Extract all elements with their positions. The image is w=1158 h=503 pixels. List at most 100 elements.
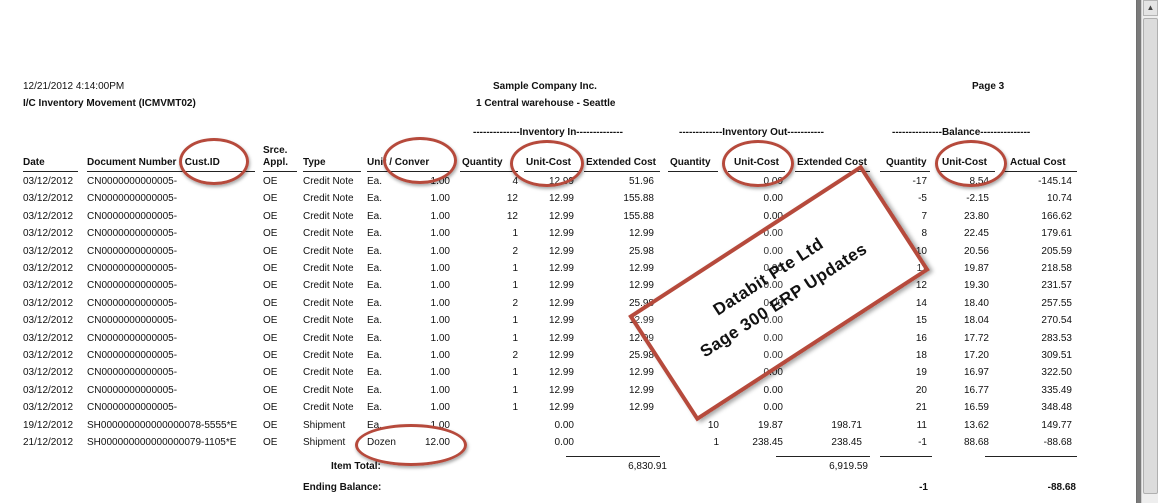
cell-date: 21/12/2012	[23, 437, 74, 448]
cell-conv: 1.00	[430, 367, 450, 378]
group-balance: ---------------Balance---------------	[892, 127, 1031, 138]
scroll-up-arrow-icon[interactable]: ▲	[1143, 0, 1158, 16]
header-underline	[584, 171, 660, 172]
cell-in-uc: 12.99	[548, 263, 574, 274]
cell-in-ext: 12.99	[628, 367, 654, 378]
cell-out-uc: 238.45	[752, 437, 783, 448]
cell-in-qty: 1	[512, 385, 518, 396]
cell-type: Credit Note	[303, 246, 354, 257]
cell-bal-cost: 348.48	[1041, 402, 1072, 413]
scrollbar-thumb[interactable]	[1143, 18, 1158, 494]
group-inventory-out: -------------Inventory Out-----------	[679, 127, 824, 138]
location-name: 1 Central warehouse - Seattle	[476, 98, 616, 109]
cell-appl: OE	[263, 385, 278, 396]
company-name: Sample Company Inc.	[493, 81, 597, 92]
cell-conv: 1.00	[430, 385, 450, 396]
header-underline	[880, 171, 930, 172]
cell-conv: 1.00	[430, 280, 450, 291]
cell-bal-cost: 149.77	[1041, 420, 1072, 431]
cell-in-ext: 25.98	[628, 350, 654, 361]
highlight-conver	[383, 137, 457, 184]
cell-bal-qty: 21	[915, 402, 927, 413]
cell-doc: CN0000000000005-	[87, 333, 178, 344]
cell-bal-qty: -1	[918, 437, 927, 448]
header-underline	[1003, 171, 1077, 172]
cell-appl: OE	[263, 333, 278, 344]
cell-bal-uc: 13.62	[963, 420, 989, 431]
cell-bal-qty: -17	[912, 176, 927, 187]
cell-bal-cost: 231.57	[1041, 280, 1072, 291]
cell-doc: CN0000000000005-	[87, 315, 178, 326]
cell-date: 03/12/2012	[23, 246, 74, 257]
report-page: 12/21/2012 4:14:00PM I/C Inventory Movem…	[0, 0, 1137, 503]
cell-in-qty: 2	[512, 246, 518, 257]
report-datetime: 12/21/2012 4:14:00PM	[23, 81, 125, 92]
cell-in-uc: 12.99	[548, 315, 574, 326]
cell-type: Credit Note	[303, 333, 354, 344]
cell-doc: CN0000000000005-	[87, 280, 178, 291]
cell-doc: CN0000000000005-	[87, 193, 178, 204]
cell-bal-cost: 205.59	[1041, 246, 1072, 257]
cell-date: 03/12/2012	[23, 385, 74, 396]
cell-in-qty: 1	[512, 315, 518, 326]
cell-date: 03/12/2012	[23, 367, 74, 378]
cell-bal-cost: 218.58	[1041, 263, 1072, 274]
cell-in-ext: 12.99	[628, 263, 654, 274]
watermark-line2: Sage 300 ERP Updates	[696, 239, 871, 362]
cell-doc: CN0000000000005-	[87, 350, 178, 361]
cell-bal-qty: 11	[916, 420, 927, 431]
cell-type: Credit Note	[303, 176, 354, 187]
col-in-extended-cost: Extended Cost	[586, 157, 657, 168]
total-underline	[880, 456, 932, 457]
cell-appl: OE	[263, 211, 278, 222]
cell-bal-qty: 16	[915, 333, 927, 344]
cell-doc: CN0000000000005-	[87, 298, 178, 309]
cell-bal-qty: 14	[915, 298, 927, 309]
cell-type: Credit Note	[303, 280, 354, 291]
cell-conv: 1.00	[430, 211, 450, 222]
ending-balance-label: Ending Balance:	[303, 482, 382, 493]
cell-type: Credit Note	[303, 263, 354, 274]
cell-in-qty: 2	[512, 350, 518, 361]
ending-quantity: -1	[919, 482, 928, 493]
cell-in-uc: 12.99	[548, 228, 574, 239]
cell-conv: 1.00	[430, 193, 450, 204]
cell-date: 03/12/2012	[23, 402, 74, 413]
vertical-scrollbar[interactable]: ▲	[1141, 0, 1158, 503]
cell-in-qty: 1	[512, 367, 518, 378]
cell-in-uc: 12.99	[548, 246, 574, 257]
col-appl: Appl.	[263, 157, 288, 168]
cell-date: 19/12/2012	[23, 420, 74, 431]
ending-cost: -88.68	[1047, 482, 1076, 493]
cell-date: 03/12/2012	[23, 350, 74, 361]
col-date: Date	[23, 157, 45, 168]
cell-appl: OE	[263, 246, 278, 257]
cell-in-qty: 12	[506, 211, 518, 222]
cell-appl: OE	[263, 280, 278, 291]
cell-type: Credit Note	[303, 193, 354, 204]
cell-date: 03/12/2012	[23, 333, 74, 344]
total-underline	[985, 456, 1077, 457]
in-extended-total: 6,830.91	[628, 461, 667, 472]
cell-bal-cost: 283.53	[1041, 333, 1072, 344]
highlight-in-unit-cost	[510, 140, 584, 187]
cell-in-ext: 12.99	[628, 280, 654, 291]
cell-in-ext: 155.88	[623, 211, 654, 222]
highlight-bal-unit-cost	[935, 140, 1007, 187]
total-underline	[566, 456, 660, 457]
cell-date: 03/12/2012	[23, 211, 74, 222]
cell-bal-uc: 22.45	[963, 228, 989, 239]
cell-conv: 1.00	[430, 333, 450, 344]
page-number: Page 3	[972, 81, 1005, 92]
cell-in-qty: 4	[512, 176, 518, 187]
cell-bal-uc: -2.15	[966, 193, 989, 204]
col-srce: Srce.	[263, 145, 288, 156]
cell-in-qty: 1	[512, 228, 518, 239]
cell-bal-uc: 17.20	[963, 350, 989, 361]
cell-bal-cost: 270.54	[1041, 315, 1072, 326]
cell-appl: OE	[263, 193, 278, 204]
cell-conv: 1.00	[430, 315, 450, 326]
cell-bal-qty: 15	[915, 315, 927, 326]
cell-doc: CN0000000000005-	[87, 367, 178, 378]
cell-date: 03/12/2012	[23, 176, 74, 187]
